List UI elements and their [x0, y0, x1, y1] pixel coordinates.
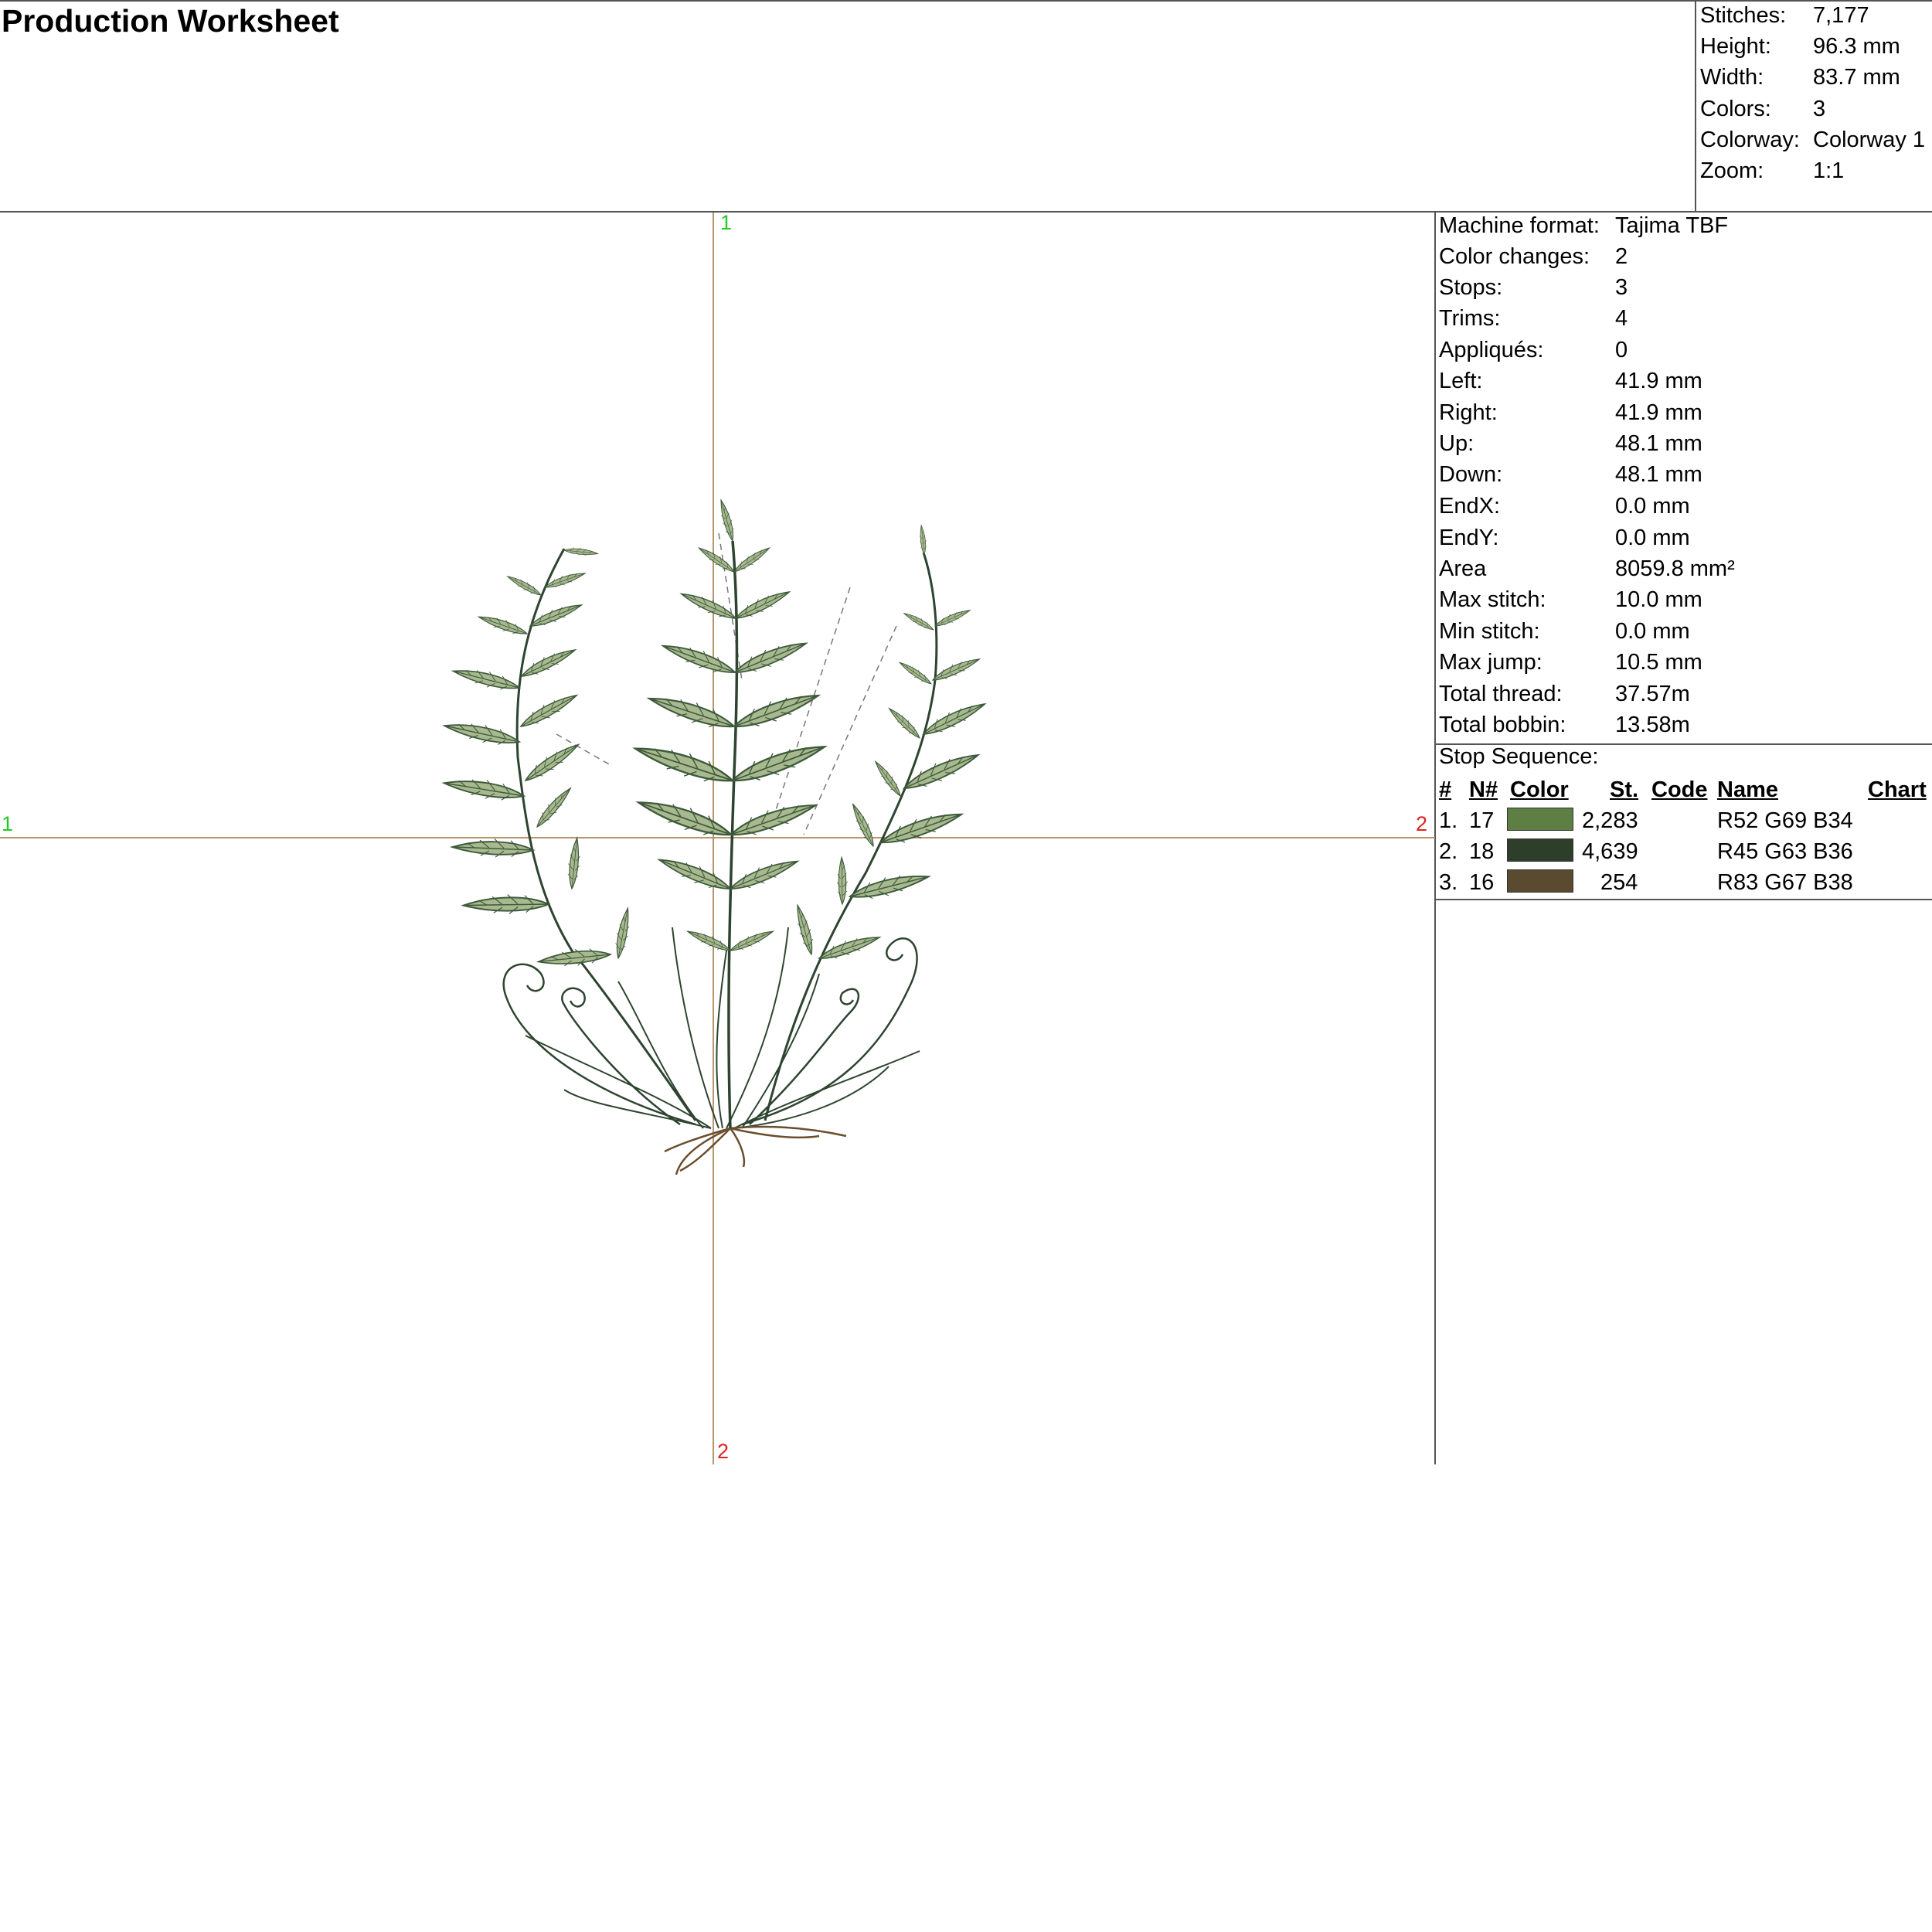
row-number: 2. [1439, 839, 1458, 864]
color-swatch [1507, 869, 1573, 893]
row-needle: 17 [1469, 808, 1495, 833]
row-number: 1. [1439, 808, 1458, 833]
detail-value: 3 [1615, 275, 1628, 300]
axis-label-bottom: 2 [717, 1440, 730, 1463]
detail-value: 37.57m [1615, 682, 1690, 706]
left-frond [442, 545, 697, 1121]
column-header-color: Color [1510, 777, 1569, 802]
detail-value: 41.9 mm [1615, 369, 1702, 393]
detail-value: 48.1 mm [1615, 431, 1702, 456]
detail-label: Trims: [1439, 306, 1501, 331]
detail-label: Appliqués: [1439, 338, 1544, 362]
column-header-name: Name [1717, 777, 1778, 802]
detail-value: 13.58m [1615, 713, 1690, 737]
summary-label: Colorway: [1700, 128, 1800, 152]
detail-label: Max stitch: [1439, 587, 1546, 612]
summary-label: Colors: [1700, 97, 1771, 121]
row-stitches: 2,283 [1582, 808, 1638, 833]
summary-label: Width: [1700, 65, 1764, 90]
column-header-needle: N# [1469, 777, 1498, 802]
stop-sequence-title: Stop Sequence: [1439, 744, 1599, 769]
detail-label: Up: [1439, 431, 1475, 456]
row-name: R45 G63 B36 [1717, 839, 1853, 864]
detail-value: 0.0 mm [1615, 494, 1690, 519]
detail-label: Stops: [1439, 275, 1503, 300]
fern-embroidery-design [0, 213, 1435, 1464]
detail-label: Area [1439, 556, 1487, 581]
top-rule [0, 0, 1932, 2]
row-name: R52 G69 B34 [1717, 808, 1853, 833]
detail-label: Down: [1439, 462, 1503, 487]
summary-value: 3 [1813, 97, 1826, 121]
summary-label: Zoom: [1700, 158, 1764, 183]
detail-value: 0 [1615, 338, 1628, 362]
detail-value: 8059.8 mm² [1615, 556, 1735, 581]
color-swatch [1507, 838, 1573, 862]
detail-value: 0.0 mm [1615, 526, 1690, 550]
detail-value: 4 [1615, 306, 1628, 331]
row-number: 3. [1439, 870, 1458, 895]
detail-value: 10.5 mm [1615, 650, 1702, 675]
column-header-code: Code [1651, 777, 1708, 802]
column-header-stitches: St. [1610, 777, 1639, 802]
axis-label-left: 1 [2, 812, 14, 835]
detail-label: Right: [1439, 400, 1498, 425]
detail-value: 2 [1615, 244, 1628, 269]
right-frond [764, 524, 988, 1121]
row-name: R83 G67 B38 [1717, 870, 1853, 895]
summary-label: Stitches: [1700, 3, 1787, 28]
detail-label: Max jump: [1439, 650, 1543, 675]
summary-value: 83.7 mm [1813, 65, 1900, 90]
summary-value: 1:1 [1813, 158, 1845, 183]
detail-label: Left: [1439, 369, 1483, 393]
summary-value: Colorway 1 [1813, 128, 1926, 152]
color-swatch [1507, 808, 1573, 831]
design-canvas: 1 2 1 2 [0, 211, 1435, 1464]
detail-label: EndX: [1439, 494, 1500, 519]
detail-label: Machine format: [1439, 213, 1600, 238]
summary-value: 7,177 [1813, 3, 1869, 28]
detail-value: 10.0 mm [1615, 587, 1702, 612]
page-title: Production Worksheet [2, 3, 339, 39]
detail-label: Total bobbin: [1439, 713, 1566, 737]
summary-label: Height: [1700, 34, 1771, 59]
axis-label-top: 1 [720, 211, 733, 234]
summary-value: 96.3 mm [1813, 34, 1900, 59]
axis-label-right: 2 [1416, 812, 1428, 835]
detail-label: Min stitch: [1439, 619, 1540, 644]
detail-label: Total thread: [1439, 682, 1563, 706]
row-stitches: 4,639 [1582, 839, 1638, 864]
central-frond [631, 498, 829, 1129]
column-header-chart: Chart [1868, 777, 1927, 802]
detail-value: 41.9 mm [1615, 400, 1702, 425]
detail-value: 0.0 mm [1615, 619, 1690, 644]
detail-label: EndY: [1439, 526, 1499, 550]
detail-value: Tajima TBF [1615, 213, 1729, 238]
detail-value: 48.1 mm [1615, 462, 1702, 487]
row-stitches: 254 [1600, 870, 1638, 895]
stop-sequence-bottom [1435, 899, 1932, 900]
column-header-num: # [1439, 777, 1452, 802]
summary-divider [1695, 0, 1696, 213]
row-needle: 18 [1469, 839, 1495, 864]
detail-label: Color changes: [1439, 244, 1590, 269]
row-needle: 16 [1469, 870, 1495, 895]
